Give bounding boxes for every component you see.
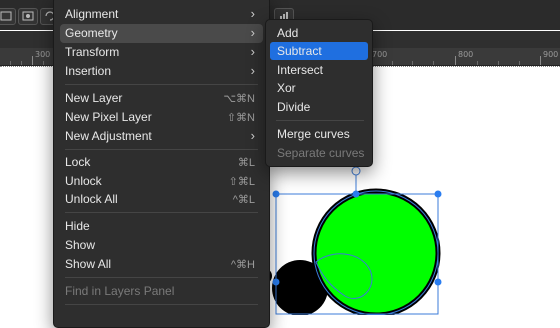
menu-item-new-layer[interactable]: New Layer ⌥⌘N xyxy=(60,89,263,108)
menu-separator xyxy=(65,212,258,213)
menu-separator xyxy=(65,277,258,278)
menu-item-geometry[interactable]: Geometry › xyxy=(60,24,263,43)
menu-item-unlock[interactable]: Unlock ⇧⌘L xyxy=(60,172,263,191)
menu-item-lock[interactable]: Lock ⌘L xyxy=(60,153,263,172)
menu-item-unlock-all[interactable]: Unlock All ^⌘L xyxy=(60,190,263,209)
menu-item-show-all[interactable]: Show All ^⌘H xyxy=(60,255,263,274)
chevron-right-icon: › xyxy=(250,25,255,40)
submenu-item-separate-curves: Separate curves xyxy=(270,144,368,162)
submenu-item-divide[interactable]: Divide xyxy=(270,98,368,116)
geometry-submenu: Add Subtract Intersect Xor Divide Merge … xyxy=(265,19,373,167)
submenu-item-label: Add xyxy=(277,26,299,40)
menu-item-insertion[interactable]: Insertion › xyxy=(60,62,263,81)
menu-item-show[interactable]: Show xyxy=(60,236,263,255)
menu-separator xyxy=(65,149,258,150)
menu-item-label: Transform xyxy=(65,45,120,59)
menu-item-find-in-layers-panel: Find in Layers Panel xyxy=(60,282,263,301)
chevron-right-icon: › xyxy=(250,44,255,59)
submenu-item-intersect[interactable]: Intersect xyxy=(270,61,368,79)
submenu-item-label: Divide xyxy=(277,100,311,114)
menu-separator xyxy=(65,304,258,305)
submenu-item-xor[interactable]: Xor xyxy=(270,79,368,97)
menu-item-label: Unlock All xyxy=(65,192,118,206)
menu-item-alignment[interactable]: Alignment › xyxy=(60,5,263,24)
submenu-item-label: Xor xyxy=(277,81,296,95)
menu-item-label: New Adjustment xyxy=(65,129,152,143)
chevron-right-icon: › xyxy=(250,63,255,78)
submenu-item-add[interactable]: Add xyxy=(270,24,368,42)
selection-handle[interactable] xyxy=(352,190,360,198)
menu-item-shortcut: ⇧⌘L xyxy=(228,176,255,188)
menu-item-label: New Pixel Layer xyxy=(65,110,152,124)
menu-item-shortcut: ^⌘H xyxy=(230,259,255,271)
layer-menu: Alignment › Geometry › Transform › Inser… xyxy=(53,0,270,328)
submenu-item-label: Subtract xyxy=(277,44,322,58)
menu-item-label: Insertion xyxy=(65,64,112,78)
chevron-right-icon: › xyxy=(250,6,255,21)
menu-item-label: Find in Layers Panel xyxy=(65,284,175,298)
menu-item-hide[interactable]: Hide xyxy=(60,217,263,236)
rotation-handle[interactable] xyxy=(351,166,361,176)
selection-handle[interactable] xyxy=(434,190,442,198)
menu-item-label: Lock xyxy=(65,155,91,169)
menu-item-shortcut: ⇧⌘N xyxy=(226,112,255,124)
menu-item-new-adjustment[interactable]: New Adjustment › xyxy=(60,127,263,146)
green-circle-shape[interactable] xyxy=(311,188,441,315)
submenu-item-label: Separate curves xyxy=(277,146,365,160)
selection-handle[interactable] xyxy=(272,190,280,198)
menu-separator xyxy=(65,84,258,85)
menu-item-label: Alignment xyxy=(65,7,119,21)
selection-handle[interactable] xyxy=(272,278,280,286)
submenu-item-label: Merge curves xyxy=(277,127,350,141)
menu-item-shortcut: ⌥⌘N xyxy=(223,93,255,105)
menu-item-label: Unlock xyxy=(65,174,102,188)
chevron-right-icon: › xyxy=(250,128,255,143)
submenu-item-merge-curves[interactable]: Merge curves xyxy=(270,125,368,143)
menu-item-label: Geometry xyxy=(65,26,118,40)
submenu-item-label: Intersect xyxy=(277,63,324,77)
menu-item-new-pixel-layer[interactable]: New Pixel Layer ⇧⌘N xyxy=(60,108,263,127)
menu-item-shortcut: ⌘L xyxy=(237,157,255,169)
menu-item-transform[interactable]: Transform › xyxy=(60,43,263,62)
menu-item-label: Hide xyxy=(65,219,90,233)
menu-item-label: Show All xyxy=(65,257,112,271)
selection-handle[interactable] xyxy=(434,278,442,286)
menu-item-label: New Layer xyxy=(65,91,123,105)
submenu-item-subtract[interactable]: Subtract xyxy=(270,42,368,60)
menu-item-shortcut: ^⌘L xyxy=(232,194,255,206)
menu-item-label: Show xyxy=(65,238,96,252)
submenu-separator xyxy=(276,120,364,121)
